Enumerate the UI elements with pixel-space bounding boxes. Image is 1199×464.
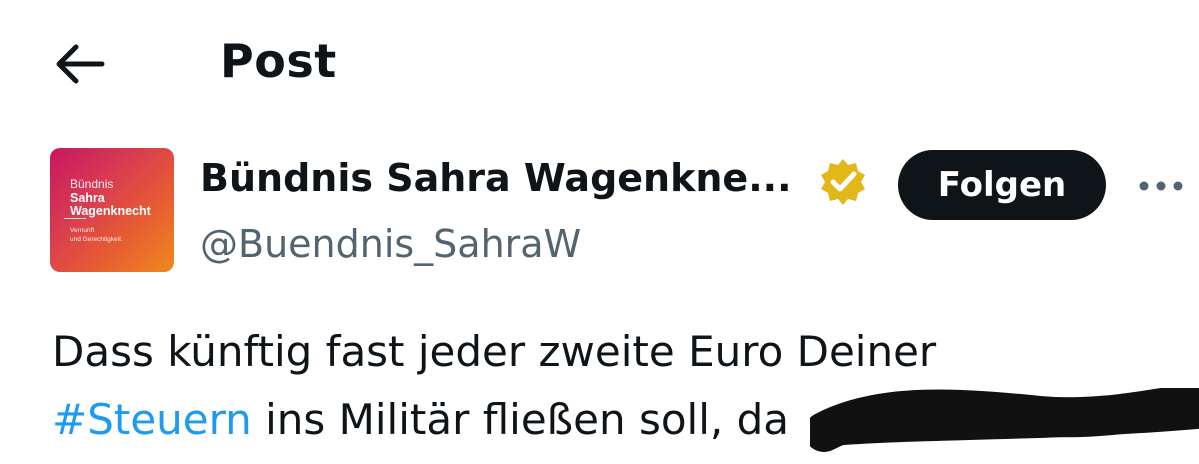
author-handle[interactable]: @Buendnis_SahraW [200,222,581,266]
post-text-segment: ins Militär fließen soll, da [251,395,789,444]
avatar-logo-text: Wagenknecht [70,204,151,218]
avatar-logo-text: Vernunft [70,227,95,234]
avatar-logo-text: und Gerechtigkeit. [70,236,123,243]
verified-badge-icon [821,159,865,205]
author-row: Bündnis Sahra Wagenknecht Vernunft und G… [0,140,1199,280]
hashtag-link[interactable]: #Steuern [52,395,252,444]
follow-button[interactable]: Folgen [898,150,1106,220]
avatar[interactable]: Bündnis Sahra Wagenknecht Vernunft und G… [50,148,174,272]
avatar-divider [64,218,86,219]
author-display-name[interactable]: Bündnis Sahra Wagenkne... [200,156,792,200]
avatar-logo-text: Sahra [70,191,105,205]
back-button[interactable] [52,40,108,88]
page-title: Post [220,34,337,88]
more-options-button[interactable] [1134,168,1188,204]
more-horizontal-icon [1139,181,1183,191]
post-text-line: Dass künftig fast jeder zweite Euro Dein… [52,327,937,376]
redaction-scribble [810,388,1199,452]
top-bar: Post [0,0,1199,130]
arrow-left-icon [56,44,105,84]
avatar-logo-text: Bündnis [70,177,114,191]
